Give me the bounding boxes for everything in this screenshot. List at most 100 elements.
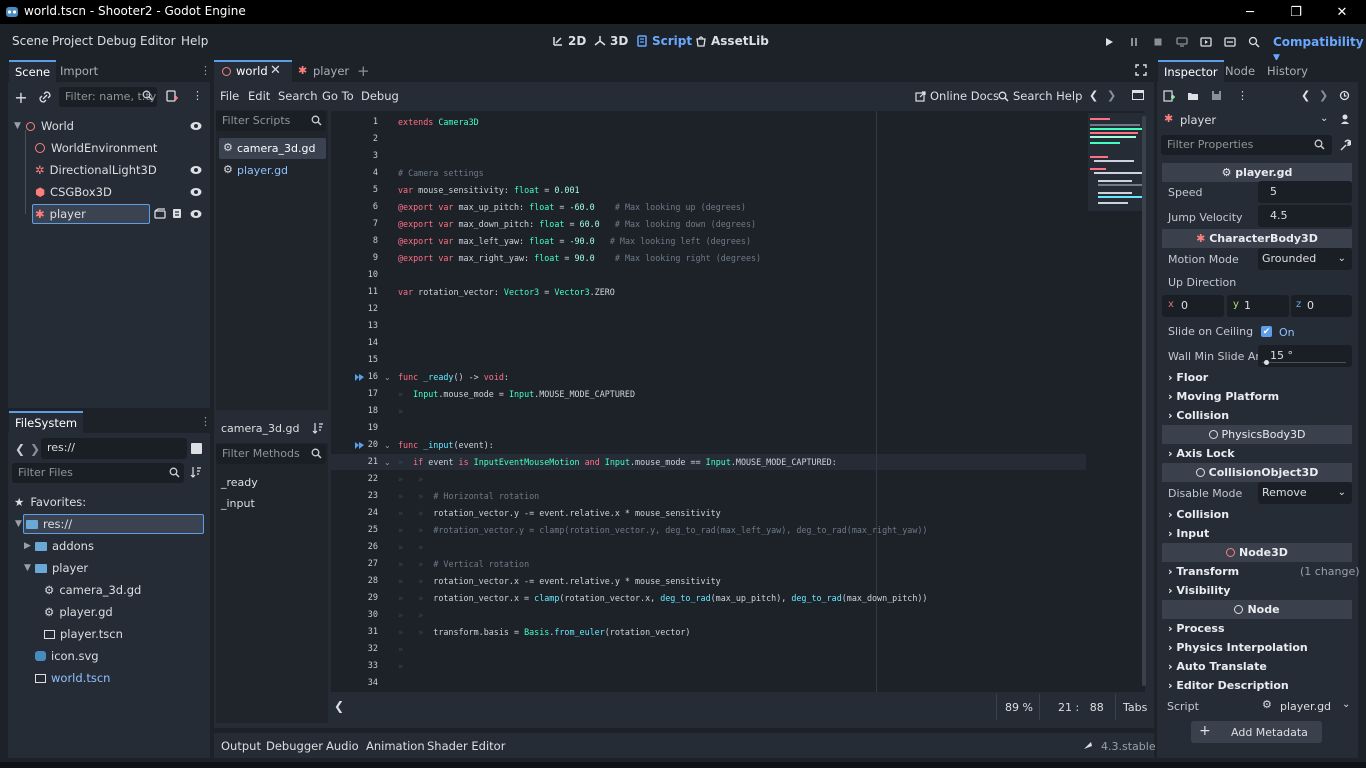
visibility-eye-icon[interactable] (190, 165, 202, 175)
category-visibility[interactable]: › Visibility (1168, 584, 1230, 597)
filter-scripts-input[interactable]: Filter Scripts (216, 111, 326, 131)
chevron-down-icon[interactable]: ▼ (14, 121, 21, 131)
menu-project[interactable]: Project (52, 34, 93, 48)
menu-scene[interactable]: Scene (12, 34, 49, 48)
category-physics-interpolation[interactable]: › Physics Interpolation (1168, 641, 1308, 654)
forward-icon[interactable]: ❯ (30, 442, 40, 456)
workspace-3d[interactable]: 3D (594, 34, 628, 48)
filter-methods-input[interactable]: Filter Methods (216, 444, 326, 464)
folder-res-root[interactable]: res:// (26, 513, 72, 535)
history-forward-icon[interactable]: ❯ (1319, 89, 1328, 102)
play-scene-icon[interactable] (1197, 34, 1215, 50)
category-transform[interactable]: › Transform (1168, 565, 1239, 578)
file-player-gd[interactable]: ⚙ player.gd (44, 601, 113, 623)
script-menu-file[interactable]: File (220, 89, 239, 103)
workspace-script[interactable]: Script (636, 34, 692, 48)
renderer-select[interactable]: Compatibility ▼ (1273, 35, 1366, 63)
history-back-icon[interactable]: ❮ (1089, 89, 1098, 102)
pause-icon[interactable] (1125, 34, 1143, 50)
property-tools-icon[interactable] (1339, 139, 1351, 151)
method-item-input[interactable]: _input (221, 497, 255, 510)
folder-addons[interactable]: addons (35, 535, 94, 557)
category-axis-lock[interactable]: › Axis Lock (1168, 447, 1235, 460)
search-help-button[interactable]: Search Help (998, 89, 1082, 103)
motion-mode-select[interactable]: Grounded ⌄ (1258, 248, 1352, 270)
tab-import[interactable]: Import (54, 60, 104, 82)
dock-menu-icon[interactable]: ⋮ (200, 64, 211, 77)
minimize-button[interactable]: ─ (1227, 0, 1273, 24)
section-physics-body-3d[interactable]: PhysicsBody3D (1162, 425, 1352, 444)
up-direction-z-field[interactable]: z 0 (1291, 295, 1352, 317)
category-auto-translate[interactable]: › Auto Translate (1168, 660, 1267, 673)
stop-icon[interactable] (1149, 34, 1167, 50)
object-selector[interactable]: ✱ player ⌄ (1161, 110, 1331, 130)
tab-scene[interactable]: Scene (9, 60, 57, 82)
object-properties-icon[interactable] (1339, 113, 1351, 125)
play-custom-scene-icon[interactable] (1221, 34, 1239, 50)
tab-node[interactable]: Node (1219, 60, 1261, 82)
open-scene-icon[interactable] (154, 208, 166, 219)
add-metadata-button[interactable]: + Add Metadata (1191, 721, 1322, 743)
vertical-scrollbar[interactable] (1142, 116, 1146, 686)
add-tab-icon[interactable]: + (357, 62, 370, 80)
tree-node-directional-light[interactable]: ✲ DirectionalLight3D (35, 159, 157, 181)
bottom-tab-shader-editor[interactable]: Shader Editor (427, 739, 505, 753)
indent-mode[interactable]: Tabs (1123, 701, 1147, 714)
dock-menu-icon[interactable]: ⋮ (200, 415, 211, 428)
instance-scene-icon[interactable] (37, 89, 53, 105)
disable-mode-select[interactable]: Remove ⌄ (1258, 482, 1352, 504)
workspace-2d[interactable]: 2D (552, 34, 586, 48)
chevron-down-icon[interactable]: ▼ (15, 519, 22, 529)
script-menu-search[interactable]: Search (278, 89, 318, 103)
section-collision-object-3d[interactable]: CollisionObject3D (1162, 463, 1352, 482)
filesystem-path-field[interactable]: res:// (41, 438, 187, 459)
attach-script-icon[interactable] (165, 90, 179, 102)
visibility-eye-icon[interactable] (190, 209, 202, 219)
back-icon[interactable]: ❮ (15, 442, 25, 456)
sort-icon[interactable] (190, 466, 202, 478)
tab-inspector[interactable]: Inspector (1158, 60, 1224, 82)
menu-editor[interactable]: Editor (140, 34, 176, 48)
tree-node-world[interactable]: World (26, 115, 74, 137)
fold-chevron-icon[interactable]: ⌄ (384, 458, 391, 467)
scene-more-icon[interactable]: ⋮ (192, 89, 203, 102)
section-node[interactable]: Node (1162, 600, 1352, 619)
save-icon[interactable] (1211, 90, 1222, 101)
wall-min-slide-slider[interactable]: 15 ° (1258, 345, 1352, 367)
script-menu-edit[interactable]: Edit (248, 89, 270, 103)
online-docs-button[interactable]: Online Docs (915, 89, 999, 103)
add-node-icon[interactable]: + (13, 88, 29, 107)
tab-player[interactable]: ✱ player (294, 60, 350, 82)
slide-on-ceiling-checkbox[interactable]: ✔ On (1258, 322, 1352, 342)
history-forward-icon[interactable]: ❯ (1107, 89, 1116, 102)
category-collision[interactable]: › Collision (1168, 409, 1229, 422)
distraction-free-icon[interactable] (1135, 64, 1147, 76)
section-character-body-3d[interactable]: ✱ CharacterBody3D (1162, 229, 1352, 248)
filesystem-filter-input[interactable]: Filter Files (12, 463, 184, 483)
file-world-tscn[interactable]: world.tscn (35, 667, 110, 689)
bottom-tab-animation[interactable]: Animation (366, 739, 425, 753)
tree-node-csgbox[interactable]: ⬢ CSGBox3D (35, 181, 112, 203)
remote-debug-icon[interactable] (1173, 34, 1191, 50)
menu-debug[interactable]: Debug (97, 34, 136, 48)
script-menu-goto[interactable]: Go To (322, 89, 354, 103)
movie-maker-icon[interactable] (1245, 34, 1263, 50)
method-item-ready[interactable]: _ready (221, 476, 258, 489)
play-icon[interactable] (1100, 34, 1118, 50)
open-folder-icon[interactable] (1187, 91, 1199, 101)
file-player-tscn[interactable]: player.tscn (44, 623, 123, 645)
fold-chevron-icon[interactable]: ⌄ (384, 373, 391, 382)
category-floor[interactable]: › Floor (1168, 371, 1208, 384)
history-back-icon[interactable]: ❮ (1301, 89, 1310, 102)
folder-player[interactable]: player (35, 557, 88, 579)
filter-properties-input[interactable]: Filter Properties (1161, 135, 1332, 155)
slider-grabber[interactable] (1264, 360, 1269, 365)
new-resource-icon[interactable] (1163, 90, 1175, 102)
script-item-camera[interactable]: ⚙ camera_3d.gd (219, 138, 326, 159)
bottom-tab-audio[interactable]: Audio (326, 739, 359, 753)
tab-history[interactable]: History (1261, 60, 1314, 82)
file-icon-svg[interactable]: icon.svg (35, 645, 99, 667)
code-editor[interactable] (331, 111, 1145, 692)
category-input[interactable]: › Input (1168, 527, 1209, 540)
tab-world[interactable]: world ✕ (214, 60, 292, 82)
